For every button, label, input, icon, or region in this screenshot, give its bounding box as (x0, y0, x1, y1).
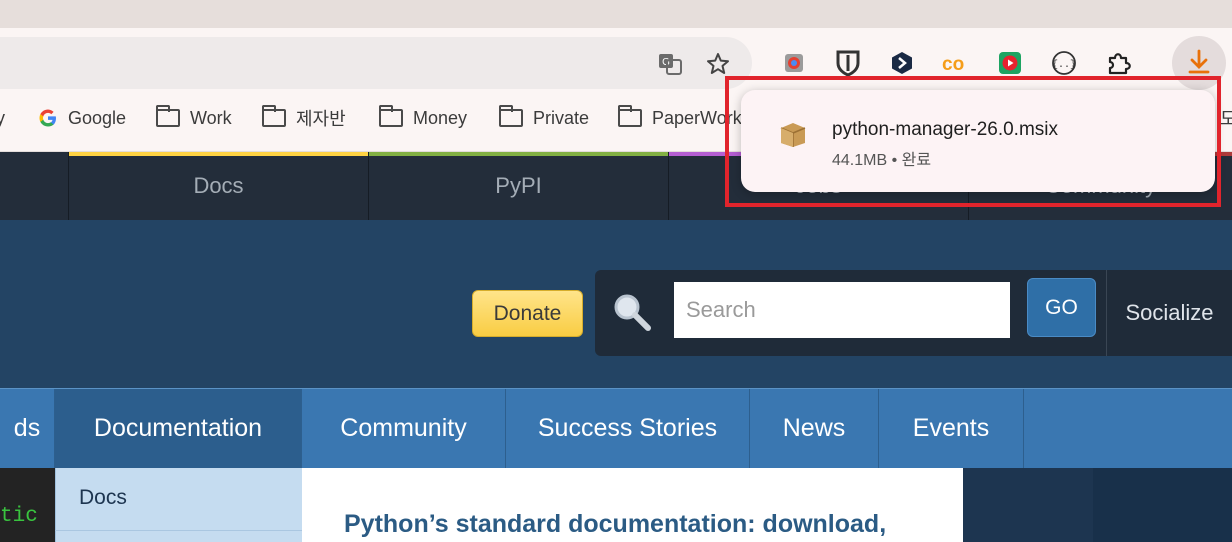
highlight-annotation (725, 76, 1221, 207)
article-title: Python’s standard documentation: downloa… (344, 510, 887, 538)
bookmark-folder-work[interactable]: Work (156, 104, 232, 132)
folder-icon (379, 105, 403, 127)
nav-documentation[interactable]: Documentation (55, 389, 302, 468)
svg-text:{..}: {..} (1052, 59, 1076, 71)
meta-nav-accent (69, 152, 368, 156)
folder-icon (262, 105, 286, 127)
video-extension-icon[interactable] (995, 48, 1025, 78)
search-input[interactable] (674, 282, 1010, 338)
extension-hex-icon[interactable] (887, 48, 917, 78)
nav-success-stories[interactable]: Success Stories (506, 389, 750, 468)
folder-icon (156, 105, 180, 127)
bookmark-folder-jejaban[interactable]: 제자반 (262, 104, 346, 132)
right-column (963, 468, 1093, 542)
subnav-item-docs[interactable]: Docs (79, 486, 127, 510)
bookmark-partial[interactable]: ey (0, 104, 5, 132)
bookmark-folder-money[interactable]: Money (379, 104, 467, 132)
subnav-divider (55, 530, 302, 531)
bookmark-folder-paperwork[interactable]: PaperWork (618, 104, 742, 132)
google-icon (39, 109, 56, 127)
colab-icon[interactable]: co (941, 48, 971, 78)
nav-events[interactable]: Events (879, 389, 1024, 468)
translate-icon[interactable]: G (656, 50, 684, 78)
right-column-edge (1093, 468, 1232, 542)
folder-icon (618, 105, 642, 127)
bookmark-google[interactable]: Google (38, 104, 126, 132)
window-titlebar (0, 0, 1232, 28)
nav-community[interactable]: Community (302, 389, 506, 468)
download-icon (1188, 49, 1210, 74)
bookmark-folder-private[interactable]: Private (499, 104, 589, 132)
socialize-button[interactable]: Socialize (1106, 270, 1232, 356)
nav-downloads[interactable]: ds (0, 389, 55, 468)
donate-button[interactable]: Donate (472, 290, 583, 337)
bookmark-overflow[interactable]: 도 (1220, 104, 1232, 132)
folder-icon (499, 105, 523, 127)
nav-news[interactable]: News (750, 389, 879, 468)
json-extension-icon[interactable]: {..} (1049, 48, 1079, 78)
extension-1-icon[interactable] (779, 48, 809, 78)
bookmark-star-icon[interactable] (704, 50, 732, 78)
code-fragment: tic (0, 505, 38, 528)
meta-nav-accent (369, 152, 668, 156)
puzzle-icon[interactable] (1104, 48, 1134, 78)
svg-text:co: co (942, 54, 964, 74)
address-bar[interactable] (0, 37, 752, 89)
meta-nav-pypi[interactable]: PyPI (368, 152, 668, 220)
bitwarden-icon[interactable] (833, 48, 863, 78)
meta-nav-docs[interactable]: Docs (68, 152, 368, 220)
search-icon (610, 290, 654, 334)
go-button[interactable]: GO (1027, 278, 1096, 337)
